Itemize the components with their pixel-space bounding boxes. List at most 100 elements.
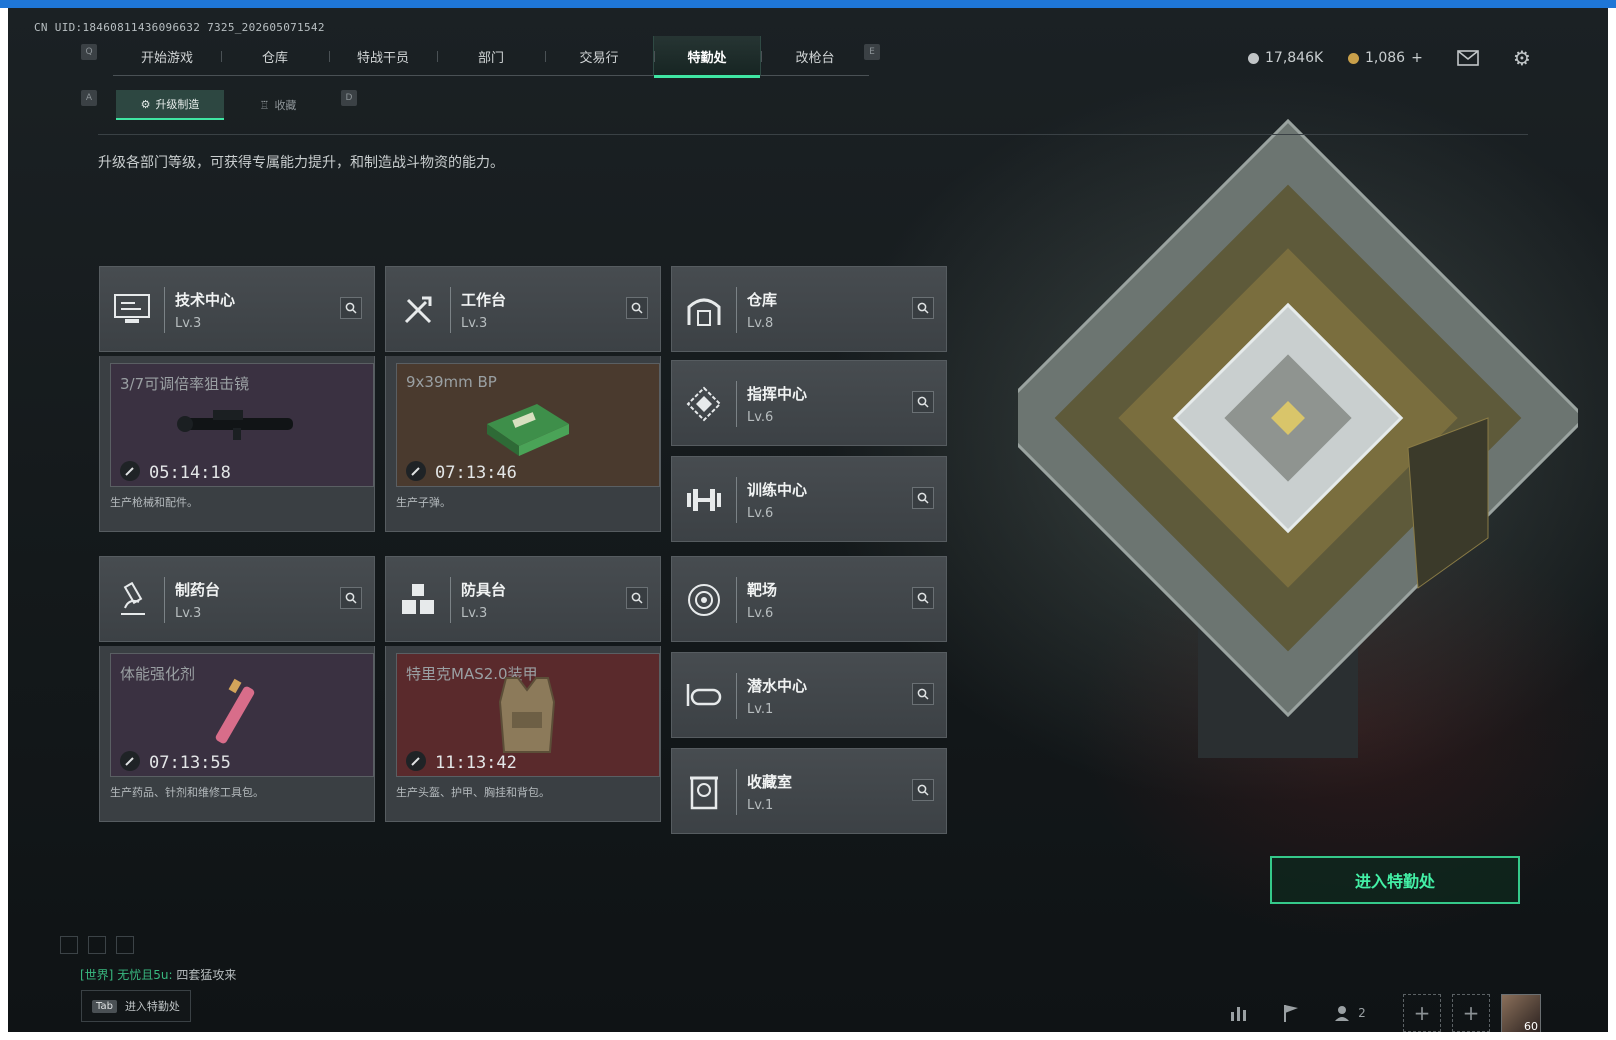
avatar-level: 60 [1524,1020,1538,1032]
search-icon[interactable] [340,297,362,319]
quick-slot[interactable] [60,936,78,954]
chat-line[interactable]: [世界] 无忧且5u: 四套猛攻来 [80,966,236,983]
craft-panel-armor[interactable]: 特里克MAS2.0装甲 11:13:42 生产头盔、护甲、胸挂和背包。 [385,646,661,822]
gold-amount: 1,086 [1365,50,1406,66]
search-icon[interactable] [340,587,362,609]
game-viewport: CN UID:18460811436096632 7325_2026050715… [8,8,1608,1032]
gold-coin-icon [1348,52,1359,64]
squad-button[interactable]: 2 [1324,994,1376,1032]
dept-name: 收藏室 [747,773,793,791]
search-icon[interactable] [912,487,934,509]
craft-panel-pharmacy[interactable]: 体能强化剂 07:13:55 生产药品、针剂和维修工具包。 [99,646,375,822]
dept-card-collection-room[interactable]: 收藏室 Lv.1 [671,748,947,834]
tab-departments[interactable]: 部门 [437,36,545,76]
gold-currency[interactable]: 1,086 + [1348,50,1423,66]
search-icon[interactable] [912,587,934,609]
craft-slot[interactable]: 3/7可调倍率狙击镜 05:14:18 [110,363,374,487]
tab-start-game[interactable]: 开始游戏 [113,36,221,76]
tab-operators[interactable]: 特战干员 [329,36,437,76]
tab-special-ops[interactable]: 特勤处 [653,36,761,78]
search-icon[interactable] [912,391,934,413]
subtab-upgrade-craft[interactable]: ⚙ 升级制造 [116,90,224,120]
chat-sender: 无忧且5u: [117,968,173,982]
dept-card-pharmacy[interactable]: 制药台 Lv.3 [99,556,375,642]
wrench-icon [406,461,426,481]
subnav-prev-key-hint: A [81,90,97,106]
window-title-strip [0,0,1616,8]
craft-slot[interactable]: 体能强化剂 07:13:55 [110,653,374,777]
dept-card-diving-center[interactable]: 潜水中心 Lv.1 [671,652,947,738]
search-icon[interactable] [626,587,648,609]
craft-item-name: 9x39mm BP [406,373,497,391]
wrench-icon [120,461,140,481]
enter-special-ops-button[interactable]: 进入特勤处 [1270,856,1520,904]
silver-amount: 17,846K [1265,50,1324,66]
tab-gunsmith[interactable]: 改枪台 [761,36,869,76]
search-icon[interactable] [912,779,934,801]
search-icon[interactable] [626,297,648,319]
tools-icon [386,267,450,353]
quick-slot[interactable] [116,936,134,954]
dept-level: Lv.1 [747,798,774,813]
dept-name: 潜水中心 [747,677,808,695]
craft-panel-workbench[interactable]: 9x39mm BP 07:13:46 生产子弹。 [385,356,661,532]
dept-name: 制药台 [175,581,221,599]
users-icon [1335,1006,1350,1021]
microscope-icon [100,557,164,643]
tab-shortcut-hint[interactable]: Tab 进入特勤处 [81,990,191,1022]
dept-card-armor[interactable]: 防具台 Lv.3 [385,556,661,642]
dept-name: 训练中心 [747,481,808,499]
search-icon[interactable] [912,297,934,319]
craft-icon: ⚙ [140,97,151,111]
page-description: 升级各部门等级，可获得专属能力提升，和制造战斗物资的能力。 [98,155,504,171]
stats-chart-icon[interactable] [1220,994,1258,1032]
tab-warehouse[interactable]: 仓库 [221,36,329,76]
dept-card-warehouse[interactable]: 仓库 Lv.8 [671,266,947,352]
dept-card-training-center[interactable]: 训练中心 Lv.6 [671,456,947,542]
mail-icon[interactable] [1456,46,1480,70]
dept-card-command-center[interactable]: 指挥中心 Lv.6 [671,360,947,446]
subtab-collection[interactable]: ♖ 收藏 [224,90,332,120]
craft-panel-tech-center[interactable]: 3/7可调倍率狙击镜 05:14:18 生产枪械和配件。 [99,356,375,532]
dept-name: 靶场 [747,581,778,599]
craft-item-name: 体能强化剂 [120,665,196,683]
ammo-box-image [487,404,569,456]
tab-key: Tab [92,999,117,1013]
craft-timer: 07:13:46 [435,463,517,483]
craft-timer: 05:14:18 [149,463,231,483]
settings-gear-icon[interactable]: ⚙ [1510,46,1534,70]
invite-slot-button[interactable]: + [1403,994,1441,1032]
craft-slot[interactable]: 9x39mm BP 07:13:46 [396,363,660,487]
dept-card-workbench[interactable]: 工作台 Lv.3 [385,266,661,352]
command-icon [672,361,736,447]
craft-timer: 11:13:42 [435,753,517,773]
dept-card-tech-center[interactable]: 技术中心 Lv.3 [99,266,375,352]
squad-count: 2 [1358,1006,1366,1020]
dept-description: 生产药品、针剂和维修工具包。 [110,786,264,799]
sub-nav: ⚙ 升级制造 ♖ 收藏 [116,90,332,120]
diving-mask-icon [672,653,736,739]
nav-next-key-hint: E [864,44,880,60]
dept-level: Lv.6 [747,506,774,521]
subnav-next-key-hint: D [341,90,357,106]
tab-trading[interactable]: 交易行 [545,36,653,76]
trophy-icon: ♖ [259,98,270,112]
dept-level: Lv.3 [461,316,488,331]
dept-level: Lv.6 [747,606,774,621]
gold-add-button[interactable]: + [1411,50,1423,66]
invite-slot-button[interactable]: + [1452,994,1490,1032]
search-icon[interactable] [912,683,934,705]
quick-slot[interactable] [88,936,106,954]
avatar[interactable]: 60 [1501,994,1541,1032]
computer-icon [100,267,164,353]
vest-image [498,677,556,753]
dept-card-shooting-range[interactable]: 靶场 Lv.6 [671,556,947,642]
chat-channel: [世界] [80,968,114,982]
craft-timer: 07:13:55 [149,753,231,773]
dumbbell-icon [672,457,736,543]
flag-icon[interactable] [1272,994,1310,1032]
silver-currency: 17,846K [1248,50,1323,66]
craft-slot[interactable]: 特里克MAS2.0装甲 11:13:42 [396,653,660,777]
dept-level: Lv.1 [747,702,774,717]
dept-level: Lv.3 [175,316,202,331]
